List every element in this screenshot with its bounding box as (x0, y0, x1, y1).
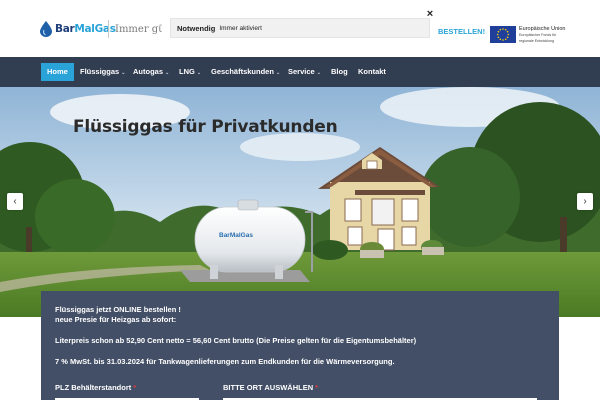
close-icon[interactable]: × (423, 7, 437, 21)
order-form: PLZ Behälterstandort * BITTE ORT AUSWÄHLE… (55, 383, 545, 400)
cookie-category-label: Notwendig (177, 23, 216, 33)
header-tagline: Immer günstig (115, 24, 162, 35)
plz-label: PLZ Behälterstandort * (55, 383, 137, 392)
info-price-line: Literpreis schon ab 52,90 Cent netto = 5… (55, 336, 417, 345)
barmalgas-logo[interactable]: BarMalGas (40, 20, 116, 38)
nav-item-fluessiggas[interactable]: Flüssiggas ⌄ (80, 63, 125, 81)
hero-title: Flüssiggas für Privatkunden (73, 117, 338, 137)
chevron-down-icon: ⌄ (165, 70, 170, 76)
hero-slider: Flüssiggas für Privatkunden BarMalGas ‹ … (0, 87, 600, 317)
nav-item-kontakt[interactable]: Kontakt (358, 63, 386, 81)
chevron-down-icon: ⌄ (196, 70, 202, 76)
chevron-right-icon[interactable]: › (577, 193, 593, 210)
chevron-left-icon[interactable]: ‹ (7, 193, 23, 210)
info-subline: neue Presie für Heizgas ab sofort: (55, 315, 177, 324)
chevron-down-icon: ⌄ (275, 70, 281, 76)
eu-funding-text: Europäische Union Europäischer Fonds für… (519, 26, 566, 43)
tank-logo: BarMalGas (219, 232, 253, 239)
header-divider (108, 20, 109, 38)
order-link[interactable]: BESTELLEN! (438, 27, 485, 36)
required-marker: * (133, 383, 137, 392)
nav-item-autogas[interactable]: Autogas ⌄ (133, 63, 169, 81)
cookie-category-status: Immer aktiviert (219, 24, 262, 32)
logo-wordmark: BarMalGas (55, 23, 116, 35)
order-info-box: Flüssiggas jetzt ONLINE bestellen ! neue… (41, 291, 559, 400)
chevron-down-icon: ⌄ (121, 70, 126, 76)
site-header: BarMalGas Immer günstig Notwendig Immer … (0, 0, 600, 57)
nav-item-blog[interactable]: Blog (331, 63, 348, 81)
cookie-consent-bar: Notwendig Immer aktiviert (170, 18, 430, 38)
gas-drop-icon (40, 21, 52, 37)
ort-label: BITTE ORT AUSWÄHLEN * (223, 383, 319, 392)
nav-item-geschaeftskunden[interactable]: Geschäftskunden ⌄ (211, 63, 280, 81)
info-vat-line: 7 % MwSt. bis 31.03.2024 für Tankwagenli… (55, 357, 395, 366)
main-navigation: Home Flüssiggas ⌄ Autogas ⌄ LNG ⌄ Geschäfts… (0, 57, 600, 87)
required-marker: * (315, 383, 319, 392)
page: BarMalGas Immer günstig Notwendig Immer … (0, 0, 600, 400)
nav-item-home[interactable]: Home (41, 63, 74, 81)
nav-item-lng[interactable]: LNG ⌄ (179, 63, 201, 81)
nav-item-service[interactable]: Service ⌄ (288, 63, 321, 81)
eu-flag-icon (490, 26, 516, 43)
chevron-down-icon: ⌄ (316, 70, 321, 76)
info-headline: Flüssiggas jetzt ONLINE bestellen ! (55, 305, 181, 314)
